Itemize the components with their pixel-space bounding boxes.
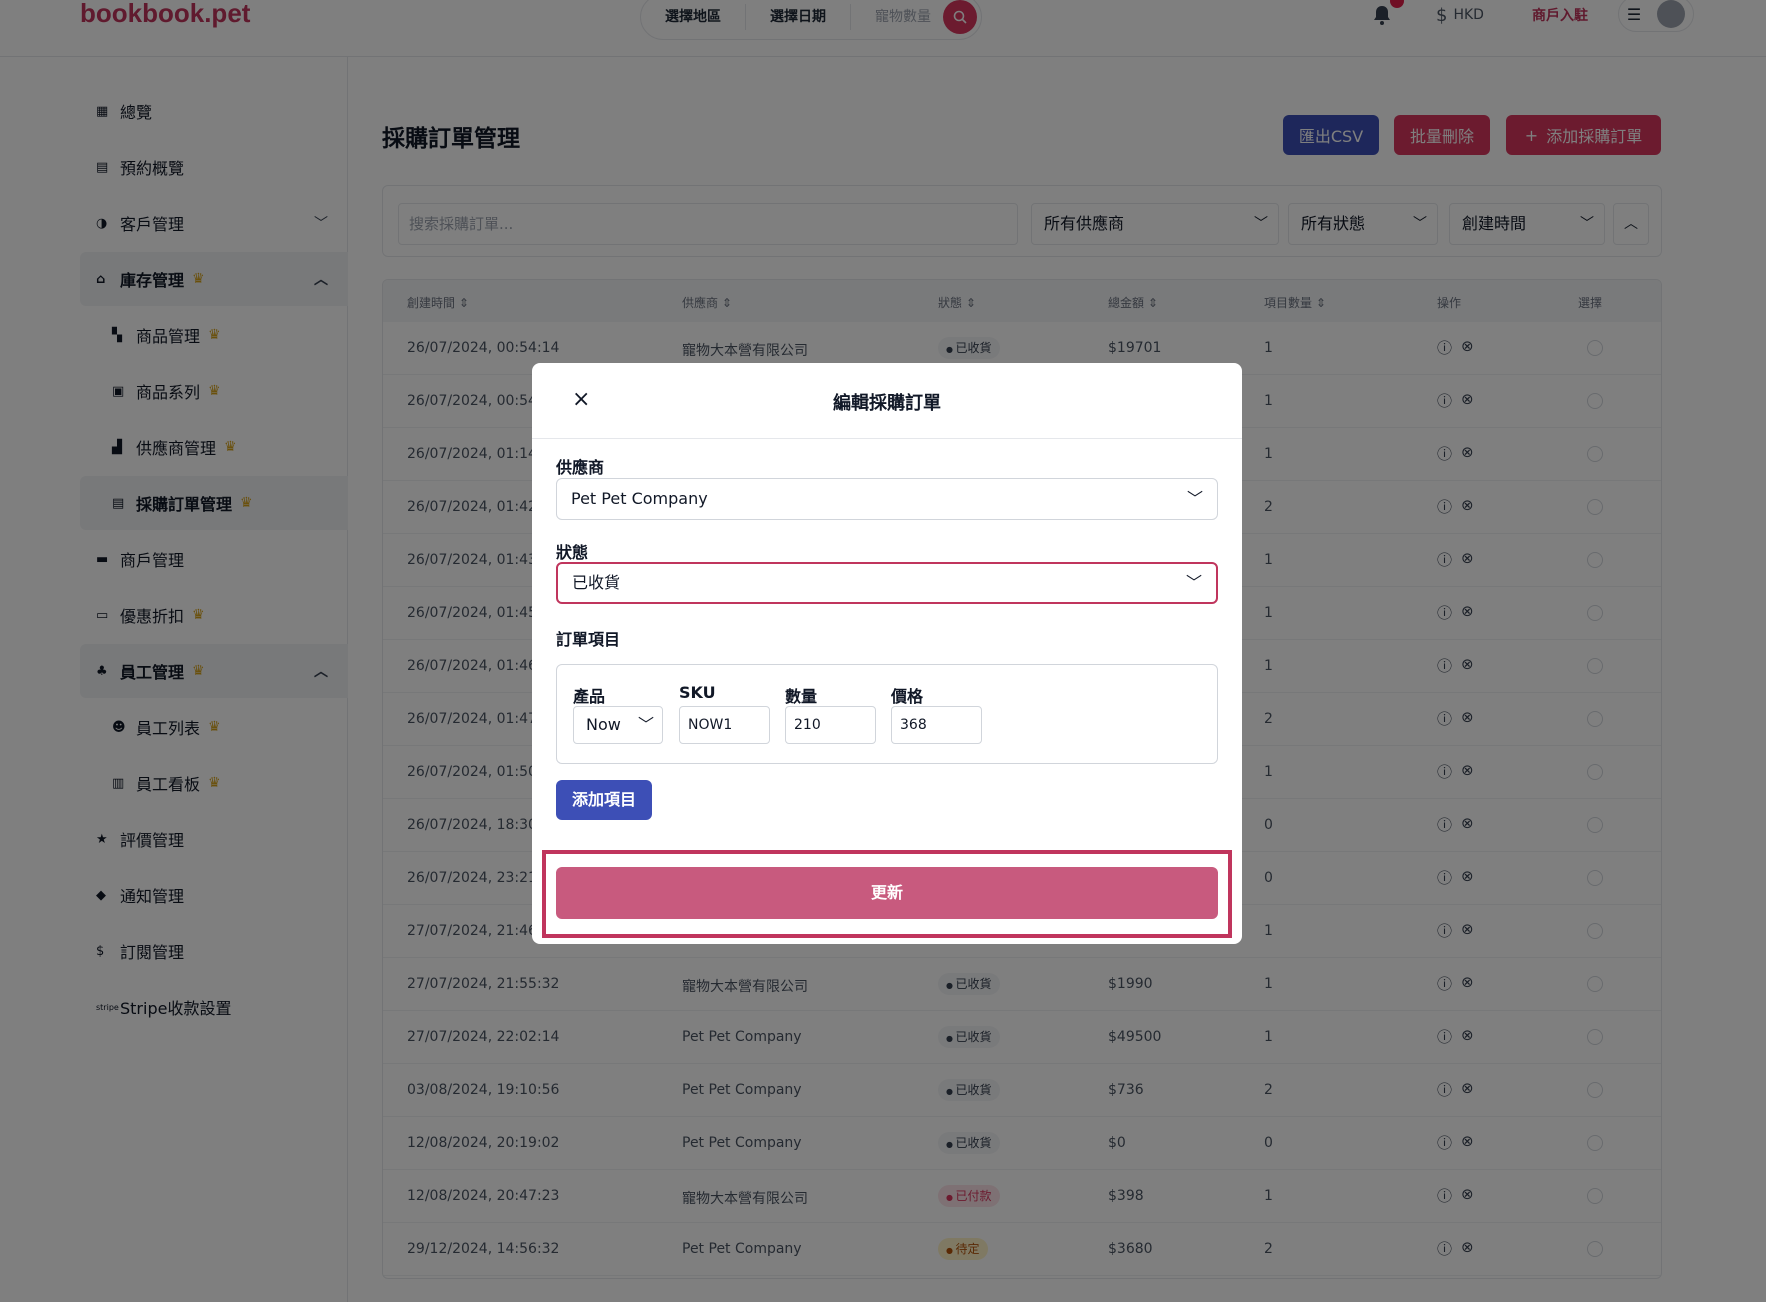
- status-select[interactable]: 已收貨 ﹀: [556, 562, 1218, 604]
- edit-purchase-order-modal: × 編輯採購訂單 供應商 Pet Pet Company ﹀ 狀態 已收貨 ﹀ …: [532, 363, 1242, 944]
- chevron-down-icon: ﹀: [1185, 573, 1202, 592]
- price-input[interactable]: 368: [891, 706, 982, 744]
- product-label: 產品: [573, 687, 606, 706]
- status-select-value: 已收貨: [572, 573, 621, 592]
- order-item-row: 產品 SKU 數量 價格 Now ﹀ NOW1 210 368: [556, 664, 1218, 764]
- supplier-select-value: Pet Pet Company: [571, 489, 708, 508]
- product-select[interactable]: Now ﹀: [573, 706, 663, 744]
- order-items-label: 訂單項目: [556, 630, 621, 649]
- sku-input[interactable]: NOW1: [679, 706, 770, 744]
- modal-header: × 編輯採購訂單: [532, 363, 1242, 439]
- chevron-down-icon: ﹀: [1186, 489, 1203, 508]
- chevron-down-icon: ﹀: [637, 715, 654, 734]
- product-select-value: Now: [586, 715, 621, 734]
- supplier-label: 供應商: [556, 458, 605, 477]
- status-label: 狀態: [556, 543, 589, 562]
- sku-label: SKU: [679, 683, 716, 702]
- quantity-label: 數量: [785, 687, 818, 706]
- add-item-button[interactable]: 添加項目: [556, 780, 652, 820]
- modal-title: 編輯採購訂單: [833, 393, 941, 414]
- price-label: 價格: [891, 687, 924, 706]
- quantity-input[interactable]: 210: [785, 706, 876, 744]
- update-button[interactable]: 更新: [556, 867, 1218, 919]
- supplier-select[interactable]: Pet Pet Company ﹀: [556, 478, 1218, 520]
